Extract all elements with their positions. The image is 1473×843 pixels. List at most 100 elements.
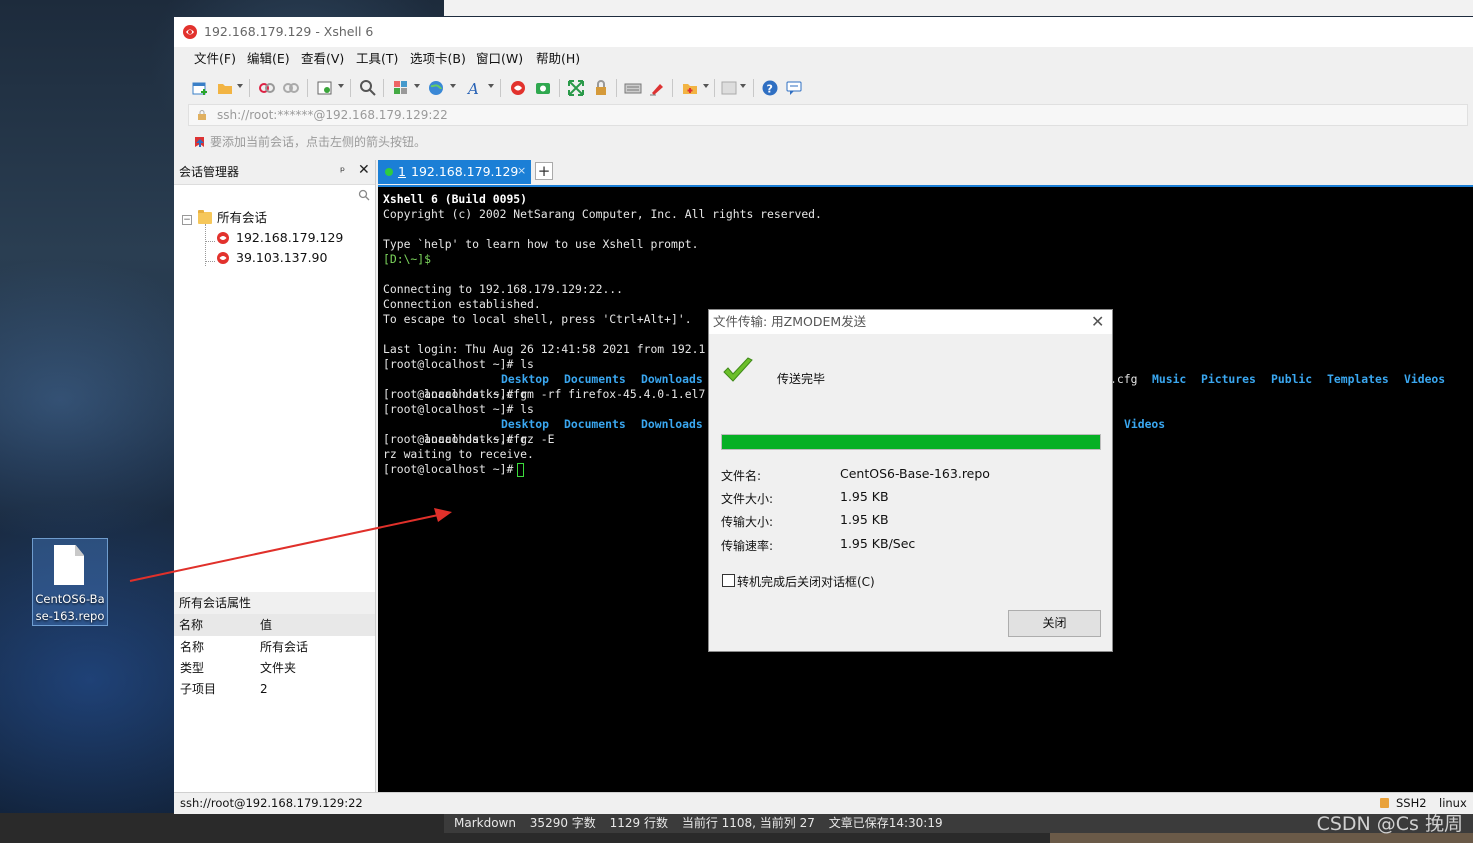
bookmark-arrow-icon[interactable] xyxy=(194,136,206,148)
xftp-icon[interactable] xyxy=(534,79,552,97)
file-icon xyxy=(54,545,84,585)
dialog-title-bar[interactable]: 文件传输: 用ZMODEM发送 ✕ xyxy=(709,310,1112,334)
session-hint-bar: 要添加当前会话，点击左侧的箭头按钮。 xyxy=(188,130,1468,154)
globe-icon[interactable] xyxy=(427,79,445,97)
menu-tools[interactable]: 工具(T) xyxy=(356,50,398,68)
chat-icon[interactable] xyxy=(785,79,803,97)
terminal-line: Type `help' to learn how to use Xshell p… xyxy=(383,237,699,251)
pin-icon[interactable]: ᵖ xyxy=(340,164,345,178)
property-key: 子项目 xyxy=(180,682,217,696)
tab-close-icon[interactable]: × xyxy=(517,160,526,182)
menu-view[interactable]: 查看(V) xyxy=(301,50,344,68)
session-manager-title: 会话管理器 xyxy=(179,165,240,179)
terminal-line: rz waiting to receive. xyxy=(383,447,534,461)
add-tab-button[interactable]: + xyxy=(535,162,553,180)
terminal-line: [root@localhost ~]# ls xyxy=(383,402,534,416)
chevron-down-icon[interactable] xyxy=(338,84,344,88)
properties-title: 所有会话属性 xyxy=(174,592,375,614)
field-label: 文件名: xyxy=(721,469,762,483)
chevron-down-icon[interactable] xyxy=(414,84,420,88)
highlight-icon[interactable] xyxy=(648,79,666,97)
window-icon[interactable] xyxy=(720,79,738,97)
column-value[interactable]: 值 xyxy=(260,614,272,636)
terminal-line: Connecting to 192.168.179.129:22... xyxy=(383,282,624,296)
toolbar-separator xyxy=(500,79,501,97)
ls-dir: Downloads xyxy=(641,417,703,431)
chevron-down-icon[interactable] xyxy=(450,84,456,88)
terminal-line: Connection established. xyxy=(383,297,541,311)
chevron-down-icon[interactable] xyxy=(703,84,709,88)
ls-dir: Desktop xyxy=(501,417,550,431)
column-name[interactable]: 名称 xyxy=(179,614,203,636)
ls-dir: Videos xyxy=(1124,417,1166,431)
address-value: ssh://root:******@192.168.179.129:22 xyxy=(217,108,448,122)
tree-item-session[interactable]: 192.168.179.129 xyxy=(236,228,343,248)
terminal-line: Copyright (c) 2002 NetSarang Computer, I… xyxy=(383,207,822,221)
chevron-down-icon[interactable] xyxy=(740,84,746,88)
status-bar: ssh://root@192.168.179.129:22 SSH2 linux xyxy=(174,792,1473,814)
chevron-down-icon[interactable] xyxy=(237,84,243,88)
session-manager-header: 会话管理器 ᵖ ✕ xyxy=(174,160,375,185)
keyboard-icon[interactable] xyxy=(624,79,642,97)
property-row: 名称 所有会话 xyxy=(174,637,375,658)
font-icon[interactable]: A xyxy=(465,79,483,97)
collapse-toggle[interactable]: − xyxy=(182,215,192,225)
watermark: CSDN @Cs 挽周 xyxy=(1316,813,1463,835)
help-icon[interactable]: ? xyxy=(761,79,779,97)
property-key: 名称 xyxy=(180,640,205,654)
background-window-strip xyxy=(444,0,1473,16)
desktop-file-icon[interactable]: CentOS6-Base-163.repo xyxy=(32,538,108,626)
close-icon[interactable]: ✕ xyxy=(1091,310,1104,334)
hint-text: 要添加当前会话，点击左侧的箭头按钮。 xyxy=(210,135,427,149)
ls-dir: Documents xyxy=(564,372,626,386)
ls-dir: Pictures xyxy=(1201,372,1256,386)
checkbox-label[interactable]: 转机完成后关闭对话框(C) xyxy=(737,573,875,590)
session-search[interactable] xyxy=(174,185,375,207)
add-folder-icon[interactable] xyxy=(681,79,699,97)
toolbar-separator xyxy=(350,79,351,97)
tab-number: 1 xyxy=(398,164,406,179)
terminal-prompt: [D:\~]$ xyxy=(383,252,432,266)
ls-dir: Desktop xyxy=(501,372,550,386)
tree-item-session[interactable]: 39.103.137.90 xyxy=(236,248,327,268)
link-icon[interactable] xyxy=(282,79,300,97)
property-row: 类型 文件夹 xyxy=(174,658,375,679)
tree-item-all-sessions[interactable]: 所有会话 xyxy=(217,208,267,228)
new-session-icon[interactable] xyxy=(191,79,209,97)
lock-icon[interactable] xyxy=(592,79,610,97)
progress-bar xyxy=(721,434,1101,450)
address-bar[interactable]: ssh://root:******@192.168.179.129:22 xyxy=(188,104,1468,126)
folder-icon xyxy=(198,210,212,224)
menu-window[interactable]: 窗口(W) xyxy=(476,50,523,68)
terminal-line: Xshell 6 (Build 0095) xyxy=(383,192,528,206)
menu-file[interactable]: 文件(F) xyxy=(194,50,236,68)
disconnect-icon[interactable] xyxy=(258,79,276,97)
tab-bar: 1 192.168.179.129 × + xyxy=(378,160,1473,184)
close-after-transfer-checkbox[interactable] xyxy=(722,574,735,587)
tab-session[interactable]: 1 192.168.179.129 × xyxy=(378,160,531,184)
fullscreen-icon[interactable] xyxy=(567,79,585,97)
menu-tabs[interactable]: 选项卡(B) xyxy=(410,50,466,68)
xshell-icon[interactable] xyxy=(509,79,527,97)
menu-edit[interactable]: 编辑(E) xyxy=(247,50,290,68)
open-folder-icon[interactable] xyxy=(216,79,234,97)
properties-header-row: 名称 值 xyxy=(174,614,375,636)
search-icon[interactable] xyxy=(358,189,370,201)
terminal-cursor xyxy=(517,463,524,477)
session-icon xyxy=(217,252,229,264)
title-bar[interactable]: 192.168.179.129 - Xshell 6 xyxy=(174,17,1473,47)
field-label: 传输速率: xyxy=(721,539,774,553)
close-icon[interactable]: ✕ xyxy=(358,162,370,178)
layout-icon[interactable] xyxy=(392,79,410,97)
lock-icon xyxy=(198,110,206,120)
terminal-line: [root@localhost ~]# xyxy=(383,462,521,476)
property-value: 文件夹 xyxy=(260,661,297,675)
close-button[interactable]: 关闭 xyxy=(1008,610,1101,637)
menu-help[interactable]: 帮助(H) xyxy=(536,50,580,68)
ls-dir: Templates xyxy=(1327,372,1389,386)
find-icon[interactable] xyxy=(359,79,377,97)
status-os: linux xyxy=(1439,796,1467,810)
field-label: 文件大小: xyxy=(721,492,774,506)
chevron-down-icon[interactable] xyxy=(488,84,494,88)
properties-icon[interactable] xyxy=(316,79,334,97)
